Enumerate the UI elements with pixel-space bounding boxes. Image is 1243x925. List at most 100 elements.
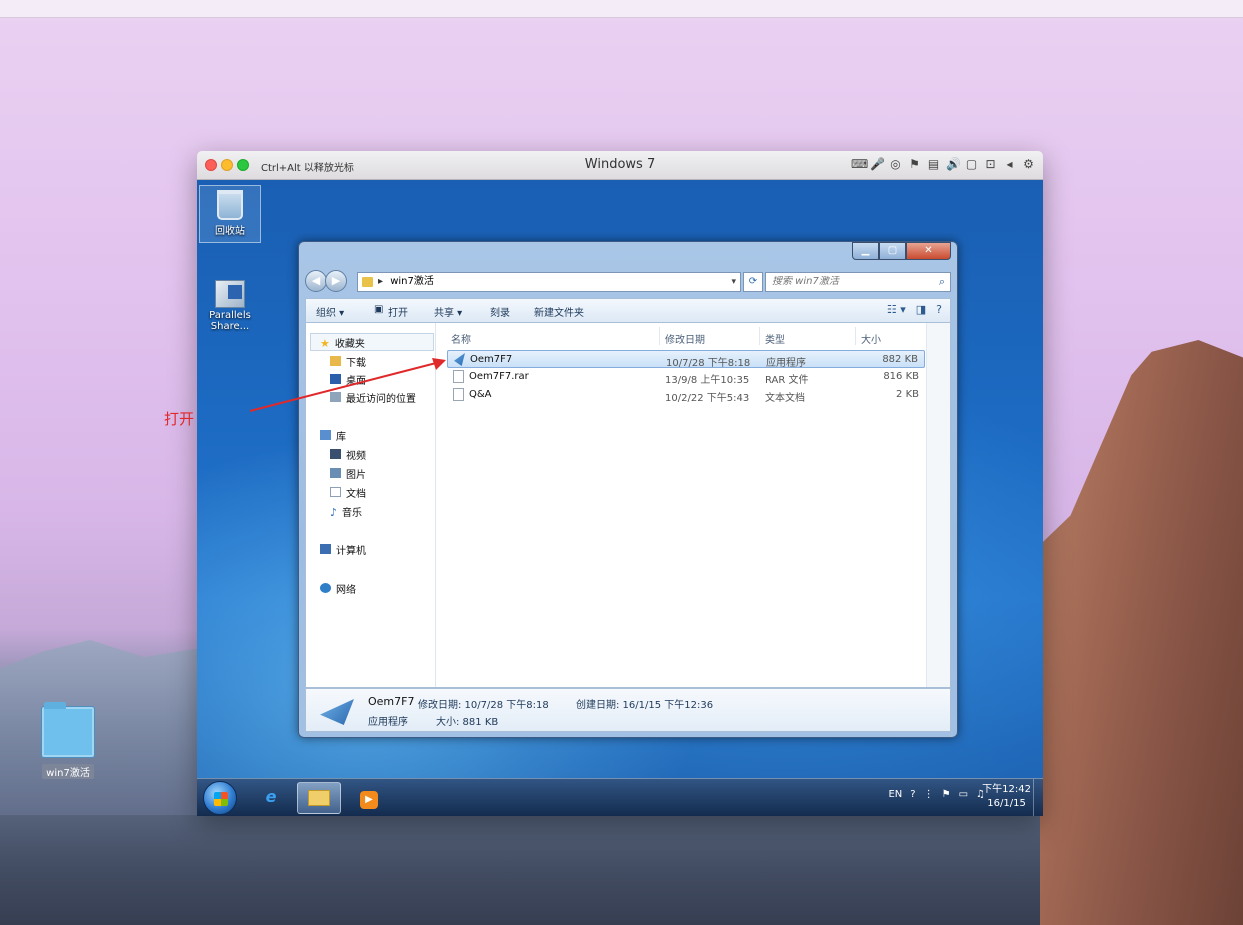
ie-taskbar-button[interactable]: e — [249, 782, 293, 814]
search-icon[interactable]: ⌕ — [939, 273, 945, 291]
recycle-bin-desktop-icon[interactable]: 回收站 — [199, 185, 261, 243]
search-input[interactable] — [772, 276, 922, 287]
show-desktop-button[interactable] — [1033, 779, 1043, 816]
usb-icon[interactable]: ▢ — [965, 157, 978, 171]
gear-icon[interactable]: ⚙ — [1022, 157, 1035, 171]
scrollbar[interactable] — [926, 323, 950, 687]
file-type: 应用程序 — [766, 358, 806, 369]
column-header-modified[interactable]: 修改日期 — [665, 331, 705, 346]
nav-item-documents[interactable]: 文档 — [330, 484, 366, 500]
sound-icon[interactable]: 🔊 — [946, 157, 961, 171]
help-icon[interactable]: ? — [936, 303, 942, 316]
clock[interactable]: 下午12:42 16/1/15 — [982, 783, 1031, 811]
address-bar[interactable]: ▸ win7激活 ▾ — [357, 272, 741, 292]
nav-item-label: 收藏夹 — [334, 338, 365, 350]
documents-icon — [330, 487, 341, 497]
action-center-flag-icon[interactable]: ⚑ — [942, 789, 951, 800]
table-row[interactable]: Oem7F7.rar 13/9/8 上午10:35 RAR 文件 816 KB — [447, 368, 925, 386]
language-indicator[interactable]: EN — [888, 789, 902, 800]
explorer-taskbar-button[interactable] — [297, 782, 341, 814]
recent-places-icon — [330, 392, 341, 402]
share-button[interactable]: 共享 ▾ — [434, 304, 462, 319]
mac-desktop-folder[interactable]: win7激活 — [40, 702, 96, 780]
mac-menu-bar — [0, 0, 1243, 18]
details-pane: Oem7F7 修改日期: 10/7/28 下午8:18 创建日期: 16/1/1… — [305, 688, 951, 732]
windows-desktop: 回收站 Parallels Share... ▁ ▢ ✕ ◀ ▶ ▸ win7激… — [197, 180, 1043, 778]
window-controls: ▁ ▢ ✕ — [852, 242, 951, 260]
file-size: 2 KB — [896, 389, 919, 400]
nav-item-desktop[interactable]: 桌面 — [330, 371, 366, 387]
keyboard-icon[interactable]: ⌨ — [851, 157, 868, 171]
taskbar: e ▶ EN ? ⋮ ⚑ ▭ ♫ 下午12:42 16/1/15 — [197, 778, 1043, 816]
file-modified: 10/2/22 下午5:43 — [665, 393, 750, 404]
address-dropdown-icon[interactable]: ▾ — [731, 273, 736, 291]
collapse-icon[interactable]: ◂ — [1003, 157, 1016, 171]
open-button[interactable]: 打开 — [388, 304, 408, 319]
column-header-name[interactable]: 名称 — [451, 331, 471, 346]
help-icon[interactable]: ? — [910, 789, 915, 800]
nav-item-label: 下载 — [346, 357, 366, 369]
breadcrumb-current[interactable]: win7激活 — [390, 276, 434, 287]
nav-item-pictures[interactable]: 图片 — [330, 465, 366, 481]
details-modified: 修改日期: 10/7/28 下午8:18 — [418, 700, 549, 711]
maximize-button[interactable]: ▢ — [879, 242, 906, 260]
column-header-type[interactable]: 类型 — [765, 331, 785, 346]
system-tray: EN ? ⋮ ⚑ ▭ ♫ — [888, 789, 985, 800]
nav-item-computer[interactable]: 计算机 — [320, 541, 366, 557]
file-name: Oem7F7.rar — [469, 371, 529, 382]
table-row[interactable]: Q&A 10/2/22 下午5:43 文本文档 2 KB — [447, 386, 925, 404]
tray-overflow-icon[interactable]: ⋮ — [924, 789, 934, 800]
preview-pane-icon[interactable]: ◨ — [916, 303, 926, 316]
libraries-icon — [320, 430, 331, 440]
folder-icon — [308, 790, 330, 806]
nav-item-libraries[interactable]: 库 — [320, 427, 346, 443]
floppy-icon[interactable]: ▤ — [927, 157, 940, 171]
nav-item-label: 文档 — [346, 488, 366, 500]
star-icon: ★ — [320, 337, 330, 350]
column-divider[interactable] — [855, 327, 856, 345]
nav-item-label: 视频 — [346, 450, 366, 462]
file-name: Oem7F7 — [470, 354, 513, 365]
refresh-button[interactable]: ⟳ — [743, 272, 763, 292]
parallels-share-desktop-icon[interactable]: Parallels Share... — [199, 276, 261, 346]
shared-folder-icon[interactable]: ⊡ — [984, 157, 997, 171]
nav-item-recent-places[interactable]: 最近访问的位置 — [330, 389, 416, 405]
folder-icon — [362, 277, 373, 287]
change-view-icon[interactable]: ☷ ▾ — [887, 303, 906, 316]
file-type: 文本文档 — [765, 393, 805, 404]
new-folder-button[interactable]: 新建文件夹 — [534, 304, 584, 319]
file-name: Q&A — [469, 389, 492, 400]
nav-item-downloads[interactable]: 下载 — [330, 353, 366, 369]
minimize-button[interactable]: ▁ — [852, 242, 879, 260]
column-header-size[interactable]: 大小 — [861, 331, 881, 346]
cd-icon[interactable]: ◎ — [889, 157, 902, 171]
file-size: 816 KB — [883, 371, 919, 382]
nav-item-music[interactable]: ♪ 音乐 — [330, 503, 362, 519]
start-button[interactable] — [203, 781, 237, 815]
nav-item-favorites[interactable]: ★ 收藏夹 — [320, 334, 365, 350]
back-button[interactable]: ◀ — [305, 270, 327, 292]
media-player-icon: ▶ — [360, 791, 378, 809]
recycle-bin-label: 回收站 — [215, 226, 245, 237]
nav-item-network[interactable]: 网络 — [320, 580, 356, 596]
column-divider[interactable] — [759, 327, 760, 345]
network-icon[interactable]: ⚑ — [908, 157, 921, 171]
microphone-icon[interactable]: 🎤 — [870, 157, 885, 171]
command-bar: 组织 ▾ ▣ 打开 共享 ▾ 刻录 新建文件夹 ☷ ▾ ◨ ? — [305, 298, 951, 322]
column-divider[interactable] — [659, 327, 660, 345]
network-icon[interactable]: ▭ — [959, 789, 968, 800]
network-globe-icon — [320, 583, 331, 593]
clock-time: 下午12:42 — [982, 784, 1031, 795]
burn-button[interactable]: 刻录 — [490, 304, 510, 319]
table-row[interactable]: Oem7F7 10/7/28 下午8:18 应用程序 882 KB — [447, 350, 925, 369]
close-button[interactable]: ✕ — [906, 242, 951, 260]
forward-button[interactable]: ▶ — [325, 270, 347, 292]
file-modified: 10/7/28 下午8:18 — [666, 358, 751, 369]
pictures-icon — [330, 468, 341, 478]
vm-window: Ctrl+Alt 以释放光标 Windows 7 ⌨ 🎤 ◎ ⚑ ▤ 🔊 ▢ ⊡… — [197, 151, 1043, 816]
organize-button[interactable]: 组织 ▾ — [316, 304, 344, 319]
media-player-taskbar-button[interactable]: ▶ — [347, 782, 391, 814]
breadcrumb-arrow-icon[interactable]: ▸ — [378, 276, 383, 287]
nav-item-videos[interactable]: 视频 — [330, 446, 366, 462]
search-box: ⌕ — [765, 272, 951, 292]
